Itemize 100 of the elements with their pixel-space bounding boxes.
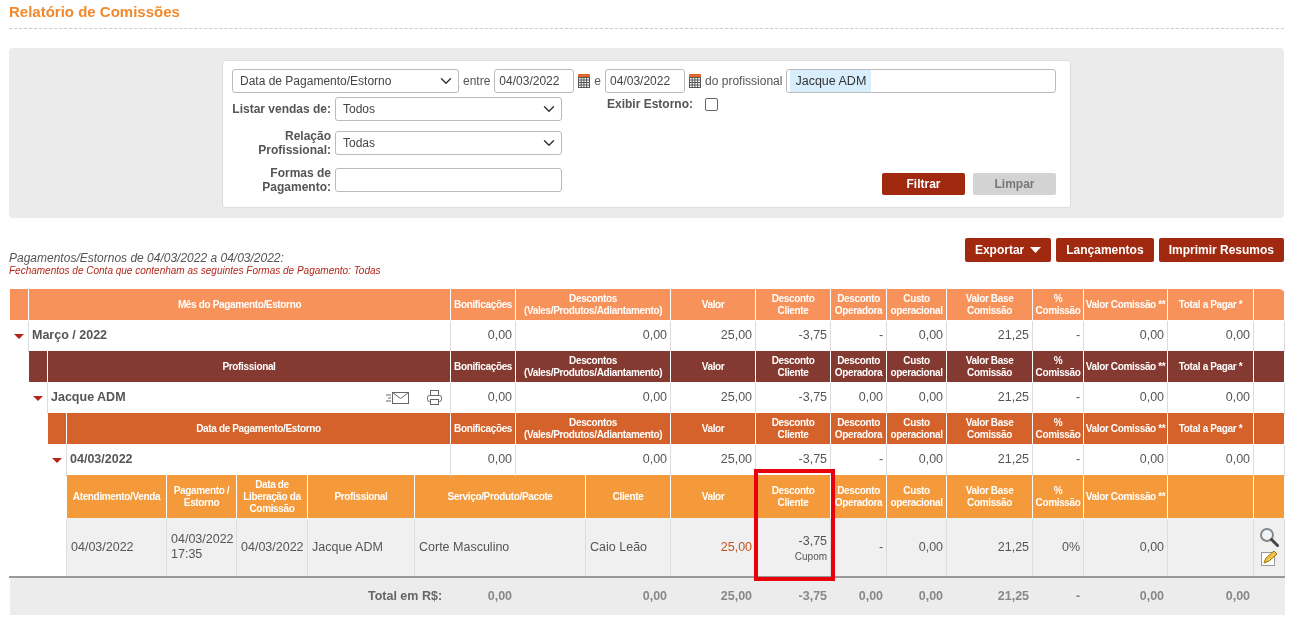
column-header: Custo operacional (886, 413, 947, 445)
table-cell: 25,00 (670, 518, 756, 578)
filter-button[interactable]: Filtrar (882, 172, 965, 195)
page-title: Relatório de Comissões (9, 3, 180, 21)
column-header: Valor (670, 413, 756, 445)
column-header: Bonificações (450, 351, 516, 383)
column-header: % Comissão (1032, 351, 1084, 383)
email-icon[interactable] (386, 390, 411, 405)
column-header: Valor (670, 475, 756, 519)
header-filler (1253, 413, 1285, 445)
selected-tag[interactable]: Jacque ADM (790, 69, 872, 93)
header-filler (28, 351, 48, 383)
column-header: % Comissão (1032, 475, 1084, 519)
column-header: Valor Comissão ** (1083, 289, 1168, 321)
caret-icon[interactable] (14, 334, 24, 340)
table-cell: - (1032, 577, 1084, 616)
group-label: Março / 2022 (32, 327, 108, 345)
group-label: 04/03/2022 (70, 451, 133, 469)
column-header: Profissional (47, 351, 451, 383)
table-cell: Jacque ADM (307, 518, 415, 578)
column-header: Valor Base Comissão (946, 289, 1033, 321)
column-header: Profissional (307, 475, 415, 519)
relation-select[interactable]: Todas (335, 131, 562, 156)
header-filler (1253, 289, 1285, 321)
column-header: Custo operacional (886, 475, 947, 519)
list-sales-select[interactable]: Todos (335, 97, 562, 121)
caret-icon[interactable] (52, 458, 62, 464)
printer-icon[interactable] (426, 389, 444, 407)
table-cell: Corte Masculino (414, 518, 586, 578)
column-header: Desconto Cliente (755, 475, 831, 519)
table-cell: 0,00 (1167, 577, 1254, 616)
filter-note: Fechamentos de Conta que contenham as seguintes Formas de Pagamento: Todas (9, 264, 381, 276)
edit-icon[interactable] (1260, 550, 1278, 568)
professional-field[interactable]: Jacque ADM (786, 69, 1057, 93)
column-header: Mês do Pagamento/Estorno (28, 289, 451, 321)
column-header: Valor Base Comissão (946, 413, 1033, 445)
column-header: % Comissão (1032, 289, 1084, 321)
column-header: Desconto Cliente (755, 351, 831, 383)
relation-label: Relação Profissional: (257, 129, 331, 158)
group-label: Jacque ADM (51, 389, 126, 407)
calendar-icon[interactable] (578, 74, 591, 88)
discount-amount: -3,75 (798, 534, 828, 549)
show-reversal-checkbox[interactable] (705, 97, 718, 111)
header-filler (1253, 351, 1285, 383)
table-cell: 04/03/2022 (66, 518, 167, 578)
column-header: Descontos (Vales/Produtos/Adiantamento) (515, 413, 671, 445)
column-header: Desconto Operadora (830, 413, 887, 445)
header-filler (47, 413, 67, 445)
table-cell: 0,00 (830, 577, 887, 616)
professional-label: do profissional (705, 73, 783, 90)
table-cell: 0,00 (1083, 577, 1168, 616)
export-button[interactable]: Exportar (964, 237, 1052, 262)
list-sales-label: Listar vendas de: (232, 101, 331, 117)
table-cell: 0% (1032, 518, 1084, 578)
column-header: Cliente (585, 475, 671, 519)
period-text: Pagamentos/Estornos de 04/03/2022 a 04/03/2022: (9, 250, 285, 265)
and-label: e (594, 73, 602, 90)
caret-icon[interactable] (33, 396, 43, 402)
table-cell: 0,00 (886, 577, 947, 616)
payment-methods-field[interactable] (335, 168, 562, 193)
column-header: Custo operacional (886, 351, 947, 383)
table-cell: 04/03/2022 (236, 518, 308, 578)
column-header: Total a Pagar * (1167, 351, 1254, 383)
table-cell: 0,00 (1083, 518, 1168, 578)
calendar-icon[interactable] (689, 74, 702, 88)
column-header: Valor Comissão ** (1083, 351, 1168, 383)
column-header: Valor Base Comissão (946, 475, 1033, 519)
column-header: Descontos (Vales/Produtos/Adiantamento) (515, 289, 671, 321)
header-filler (9, 289, 29, 321)
column-header: Desconto Operadora (830, 351, 887, 383)
discount-note: Cupom (793, 551, 828, 563)
column-header: Serviço/Produto/Pacote (414, 475, 586, 519)
column-header: Valor Comissão ** (1083, 475, 1168, 519)
column-header: Valor (670, 351, 756, 383)
action-button[interactable]: Lançamentos (1056, 237, 1154, 262)
column-header: Total a Pagar * (1167, 413, 1254, 445)
column-header: Total a Pagar * (1167, 289, 1254, 321)
table-cell: 21,25 (946, 518, 1033, 578)
table-cell: 25,00 (670, 577, 756, 616)
between-label: entre (463, 73, 491, 90)
column-header: Bonificações (450, 289, 516, 321)
payment-methods-label: Formas de Pagamento: (261, 165, 331, 195)
column-header: Desconto Cliente (755, 289, 831, 321)
table-cell: Caio Leão (585, 518, 671, 578)
total-label: Total em R$: (9, 577, 451, 616)
column-header: Custo operacional (886, 289, 947, 321)
column-header: Pagamento / Estorno (166, 475, 237, 519)
column-header: Valor (670, 289, 756, 321)
date-type-select[interactable]: Data de Pagamento/Estorno (232, 69, 459, 93)
table-cell: 0,00 (515, 577, 671, 616)
column-header: Descontos (Vales/Produtos/Adiantamento) (515, 351, 671, 383)
search-icon[interactable] (1258, 527, 1280, 549)
column-header: Data de Pagamento/Estorno (66, 413, 451, 445)
column-header: % Comissão (1032, 413, 1084, 445)
column-header: Data de Liberação da Comissão (236, 475, 308, 519)
table-cell: 04/03/2022 17:35 (166, 518, 237, 578)
column-header: Valor Comissão ** (1083, 413, 1168, 445)
date-from-field[interactable]: 04/03/2022 (494, 69, 575, 93)
action-button[interactable]: Imprimir Resumos (1158, 237, 1284, 262)
date-to-field[interactable]: 04/03/2022 (605, 69, 686, 93)
